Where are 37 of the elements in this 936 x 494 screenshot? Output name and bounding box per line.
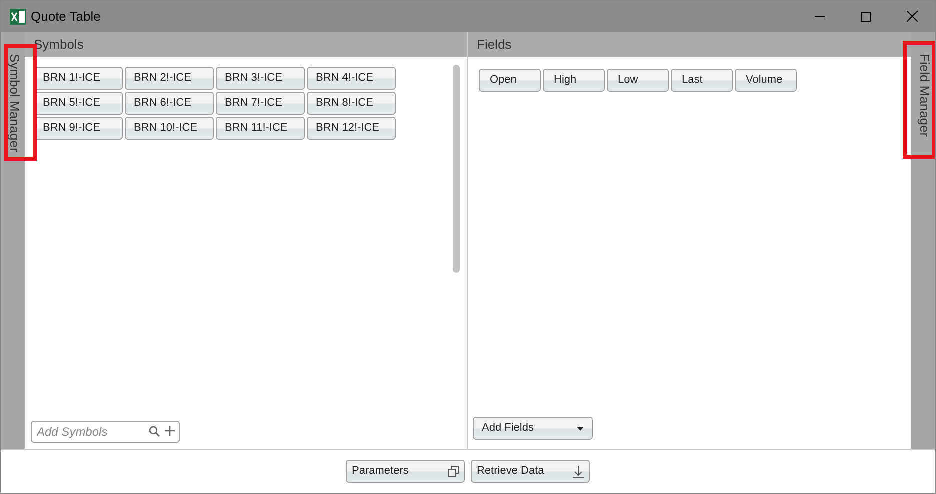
field-chip[interactable]: Last — [671, 69, 733, 92]
field-chip[interactable]: High — [543, 69, 605, 92]
field-chip[interactable]: Volume — [735, 69, 797, 92]
parameters-button[interactable]: Parameters — [346, 460, 465, 483]
symbol-chip[interactable]: BRN 4!-ICE — [307, 67, 396, 90]
symbol-chip[interactable]: BRN 5!-ICE — [34, 92, 123, 115]
search-icon[interactable] — [149, 426, 160, 437]
scrollbar-thumb[interactable] — [453, 65, 460, 273]
caret-icon — [577, 426, 584, 430]
panel-heading: Symbols — [34, 36, 84, 54]
symbol-chip[interactable]: BRN 6!-ICE — [125, 92, 214, 115]
symbol-chip[interactable]: BRN 9!-ICE — [34, 117, 123, 140]
symbol-chip[interactable]: BRN 8!-ICE — [307, 92, 396, 115]
retrieve-button[interactable]: Retrieve Data — [471, 460, 590, 483]
side-panel-tab[interactable]: Symbol Manager — [1, 32, 25, 449]
symbol-chip[interactable]: BRN 12!-ICE — [307, 117, 396, 140]
download-icon — [573, 466, 584, 478]
spreadsheet-icon — [10, 8, 26, 24]
add-fields-dropdown[interactable]: Add Fields — [473, 417, 593, 440]
symbol-chip[interactable]: BRN 1!-ICE — [34, 67, 123, 90]
symbol-chip[interactable]: BRN 7!-ICE — [216, 92, 305, 115]
windows-icon — [448, 466, 459, 477]
add-icon[interactable] — [165, 426, 175, 436]
symbol-chip[interactable]: BRN 10!-ICE — [125, 117, 214, 140]
close-icon — [906, 11, 918, 22]
symbol-chip[interactable]: BRN 3!-ICE — [216, 67, 305, 90]
symbol-chip[interactable]: BRN 11!-ICE — [216, 117, 305, 140]
minimize-icon — [815, 16, 825, 18]
field-chip[interactable]: Open — [479, 69, 541, 92]
symbol-chip[interactable]: BRN 2!-ICE — [125, 67, 214, 90]
window-title: Quote Table — [31, 8, 101, 26]
side-tab-label: Symbol Manager — [6, 54, 24, 152]
side-tab-label: Field Manager — [916, 54, 934, 138]
field-chip[interactable]: Low — [607, 69, 669, 92]
maximize-icon — [861, 12, 871, 22]
panel-heading: Fields — [477, 36, 512, 54]
side-panel-tab[interactable]: Field Manager — [911, 32, 935, 449]
